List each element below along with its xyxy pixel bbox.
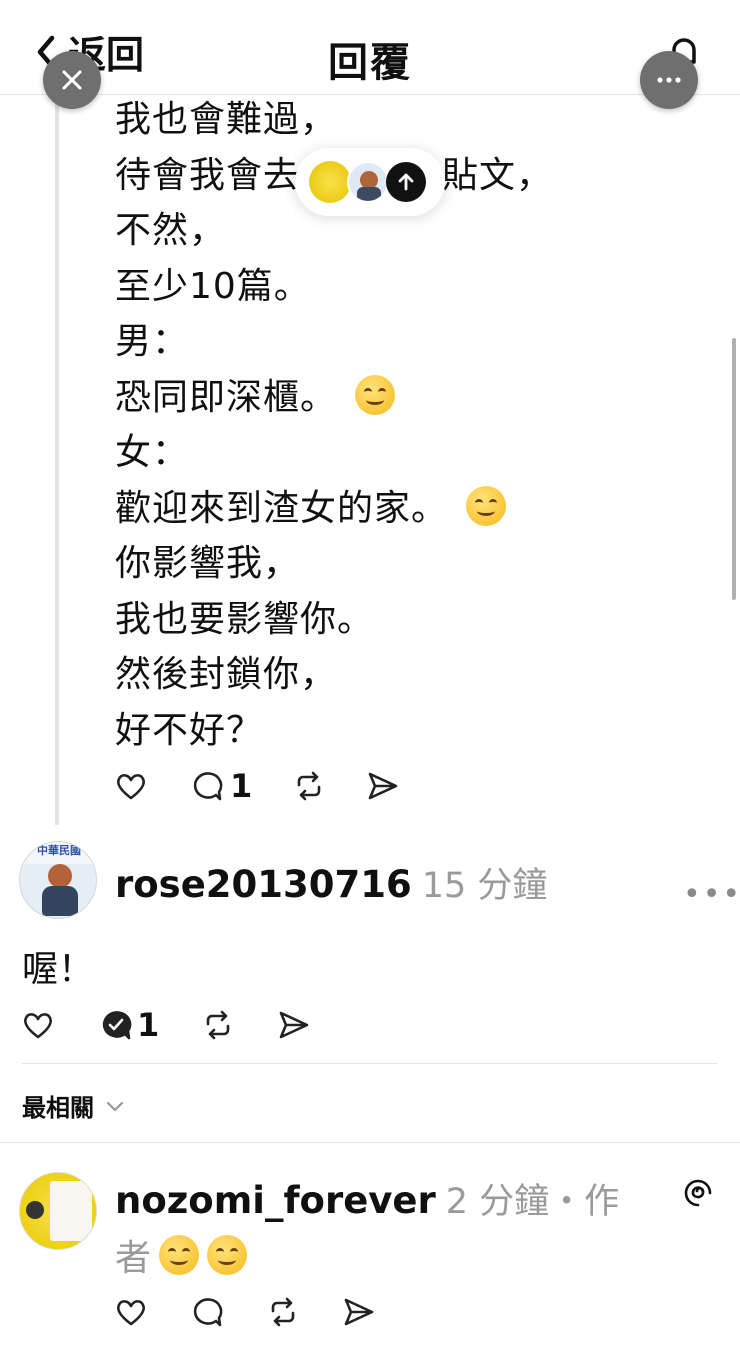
heart-icon (117, 1300, 145, 1326)
more-icon (657, 77, 681, 83)
post-line: 男： (115, 321, 190, 362)
share-button[interactable] (277, 1008, 311, 1042)
comment-icon (193, 1298, 223, 1327)
share-icon (279, 1011, 309, 1039)
divider (22, 1063, 718, 1064)
share-button[interactable] (366, 769, 400, 803)
scroll-to-top-pill[interactable] (295, 148, 445, 216)
comment-author[interactable]: rose20130716 15 分鐘 (115, 857, 547, 908)
comment-more-button[interactable]: ••• (683, 877, 740, 912)
avatar (309, 161, 351, 203)
sort-dropdown[interactable]: 最相關 (22, 1088, 126, 1123)
post-line: 歡迎來到渣女的家。 (115, 481, 553, 537)
post-line: 女： (115, 432, 190, 473)
divider (0, 1142, 740, 1143)
repost-button[interactable] (292, 769, 326, 803)
chevron-down-icon (106, 1101, 124, 1111)
repost-button[interactable] (201, 1008, 235, 1042)
post-line: 然後封鎖你， (115, 654, 338, 695)
reply-author[interactable]: nozomi_forever 2 分鐘・作 (115, 1173, 619, 1224)
post-line: 至少10篇。 (115, 265, 311, 307)
comment-icon (193, 772, 223, 801)
smile-emoji-icon (207, 1235, 248, 1275)
repost-button[interactable] (266, 1295, 300, 1329)
post-actions: 1 (114, 767, 400, 805)
post-line: 我也會難過， (115, 99, 338, 140)
close-icon (62, 70, 82, 90)
avatar[interactable]: 中華民國 (19, 841, 97, 919)
share-icon (368, 772, 398, 800)
close-button[interactable] (43, 51, 101, 109)
arrow-up-icon (398, 173, 414, 191)
top-bar: 返回 回覆 (0, 0, 740, 95)
reply-text: 者 (115, 1229, 248, 1281)
smile-emoji-icon (466, 485, 507, 526)
post-line: 我也要影響你。 (115, 598, 375, 640)
comment-count: 1 (230, 767, 253, 805)
comment-actions: 1 (21, 1006, 311, 1044)
avatar (347, 161, 389, 203)
comment-text: 喔！ (22, 949, 95, 990)
page-title: 回覆 (328, 40, 412, 86)
like-button[interactable] (114, 1295, 148, 1329)
thread-line (55, 95, 59, 825)
arrow-up-button[interactable] (386, 162, 426, 202)
reply-actions (114, 1295, 376, 1329)
avatar[interactable] (19, 1172, 97, 1250)
smile-emoji-icon (355, 374, 396, 415)
repost-icon (297, 771, 321, 801)
smile-emoji-icon (159, 1235, 200, 1275)
sort-label: 最相關 (22, 1094, 94, 1122)
like-button[interactable] (21, 1008, 55, 1042)
comment-button[interactable] (190, 1295, 224, 1329)
like-button[interactable] (114, 769, 148, 803)
more-options-button[interactable] (640, 51, 698, 109)
comment-time: 15 分鐘 (421, 866, 548, 906)
heart-icon (117, 774, 145, 800)
post-line: 好不好？ (115, 709, 264, 751)
post-line: 你影響我， (115, 543, 301, 584)
heart-icon (24, 1013, 52, 1039)
repost-icon (271, 1297, 295, 1327)
repost-icon (206, 1010, 230, 1040)
scrollbar[interactable] (732, 338, 736, 600)
post-line: 恐同即深櫃。 (115, 370, 553, 426)
threads-icon[interactable] (683, 1178, 713, 1208)
share-icon (344, 1298, 374, 1326)
comment-filled-icon (102, 1011, 132, 1040)
comment-button[interactable]: 1 (190, 767, 252, 805)
comment-count: 1 (137, 1006, 160, 1044)
reply-time: 2 分鐘・作 (445, 1182, 620, 1222)
share-button[interactable] (342, 1295, 376, 1329)
comment-button[interactable]: 1 (99, 1006, 159, 1044)
